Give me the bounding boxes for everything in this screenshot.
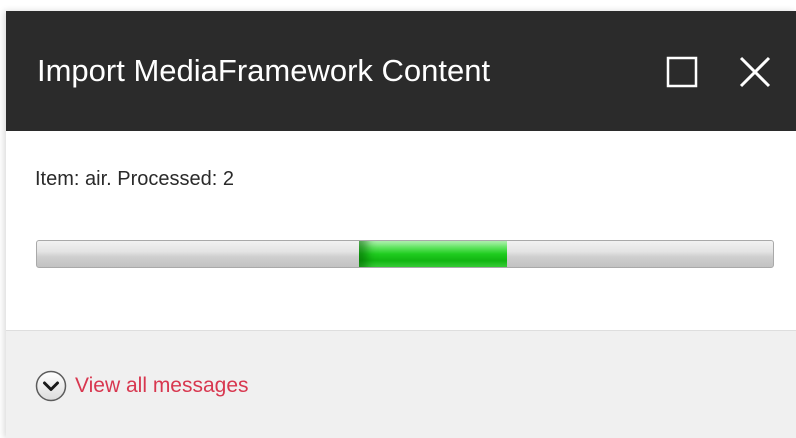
progress-bar-fill [359, 241, 507, 267]
progress-bar [36, 240, 774, 268]
chevron-down-circle-icon [35, 370, 67, 402]
dialog-title: Import MediaFramework Content [37, 53, 491, 88]
close-icon [739, 56, 771, 88]
view-all-messages-toggle[interactable]: View all messages [35, 369, 249, 403]
maximize-button[interactable] [666, 56, 698, 88]
dialog-titlebar: Import MediaFramework Content [6, 11, 796, 131]
dialog-footer: View all messages [6, 330, 796, 438]
dialog-body: Item: air. Processed: 2 [6, 131, 796, 330]
maximize-icon [666, 56, 698, 88]
view-all-messages-link[interactable]: View all messages [75, 373, 249, 399]
close-button[interactable] [739, 56, 771, 88]
import-dialog: Import MediaFramework Content Item: air.… [6, 11, 796, 438]
status-text: Item: air. Processed: 2 [35, 168, 234, 190]
